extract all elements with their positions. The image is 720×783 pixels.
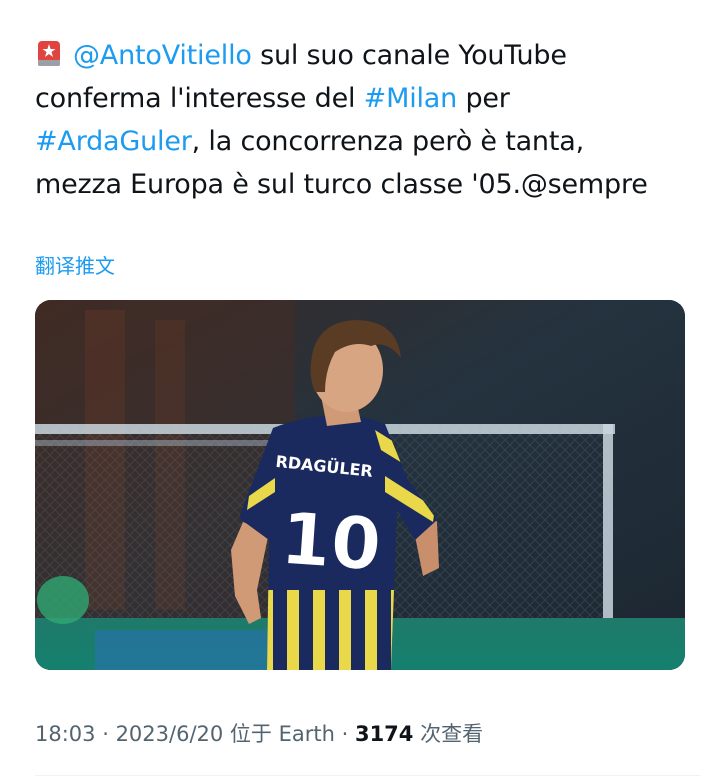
jersey-number: 10 xyxy=(278,496,384,587)
police-siren-icon xyxy=(38,41,60,66)
tweet-meta: 18:03 · 2023/6/20 位于 Earth · 3174 次查看 xyxy=(35,718,483,748)
tweet-text-segment: per xyxy=(457,83,510,114)
view-count: 3174 xyxy=(354,722,414,746)
tweet-line-3: #ArdaGuler, la concorrenza però è tanta, xyxy=(35,120,705,163)
meta-separator: · xyxy=(95,722,116,746)
tweet-text: @AntoVitiello sul suo canale YouTube con… xyxy=(35,34,705,206)
tweet-time[interactable]: 18:03 xyxy=(35,722,96,746)
tweet-text-segment: mezza Europa è sul turco classe '05. xyxy=(35,169,521,200)
hashtag-milan[interactable]: #Milan xyxy=(364,83,458,114)
divider xyxy=(35,775,700,776)
tweet-date[interactable]: 2023/6/20 xyxy=(116,722,224,746)
tweet-text-segment: sul suo canale YouTube xyxy=(251,40,567,71)
tweet-line-2: conferma l'interesse del #Milan per xyxy=(35,77,705,120)
tweet-location: 位于 Earth xyxy=(223,722,335,746)
tweet-text-segment: , la concorrenza però è tanta, xyxy=(191,126,585,157)
view-count-label: 次查看 xyxy=(413,722,484,746)
tweet-text-segment: conferma l'interesse del xyxy=(35,83,364,114)
mention-antovitiello[interactable]: @AntoVitiello xyxy=(73,40,252,71)
meta-separator: · xyxy=(334,722,355,746)
translate-tweet-link[interactable]: 翻译推文 xyxy=(35,250,115,279)
mention-sempre[interactable]: @sempre xyxy=(521,169,648,200)
tweet-line-4: mezza Europa è sul turco classe '05.@sem… xyxy=(35,163,705,206)
player-photo: RDAGÜLER 10 xyxy=(35,300,685,670)
tweet-line-1: @AntoVitiello sul suo canale YouTube xyxy=(35,34,705,77)
tweet-media-image[interactable]: RDAGÜLER 10 xyxy=(35,300,685,670)
hashtag-ardaguler[interactable]: #ArdaGuler xyxy=(35,126,192,157)
